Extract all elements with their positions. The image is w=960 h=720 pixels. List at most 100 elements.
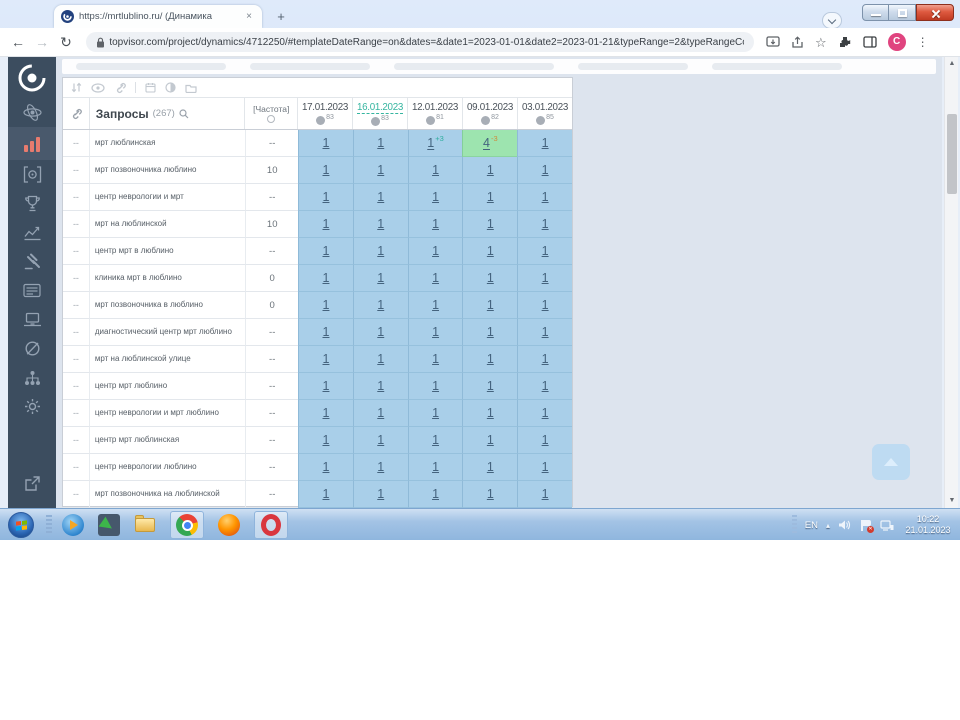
position-value-link[interactable]: 1 (542, 298, 549, 312)
network-icon[interactable] (880, 519, 894, 531)
position-cell[interactable]: 1 (407, 454, 463, 481)
explorer-folder-icon[interactable] (134, 514, 156, 536)
position-cell[interactable]: 1 (517, 319, 572, 346)
extension-puzzle-icon[interactable] (838, 35, 852, 49)
date-label[interactable]: 12.01.2023 (412, 102, 458, 113)
position-cell[interactable]: 1 (517, 184, 572, 211)
action-center-flag-icon[interactable]: ✕ (859, 519, 874, 533)
browser-tab[interactable]: https://mrtlublino.ru/ (Динамика × (54, 5, 262, 28)
language-indicator[interactable]: EN (805, 520, 818, 531)
sidebar-item-charts[interactable] (8, 218, 56, 247)
eye-icon[interactable] (91, 82, 105, 93)
position-value-link[interactable]: 1 (323, 244, 330, 258)
scrollbar-up-arrow[interactable]: ▲ (945, 57, 959, 71)
position-cell[interactable]: 1 (298, 130, 353, 157)
position-cell[interactable]: 1 (407, 211, 463, 238)
position-value-link[interactable]: 1 (487, 217, 494, 231)
date-column-header[interactable]: 09.01.2023 82 (462, 98, 517, 129)
sidebar-item-open-site[interactable] (8, 469, 56, 498)
sort-icon[interactable] (71, 82, 82, 93)
position-cell[interactable]: 1 (298, 427, 353, 454)
date-label[interactable]: 17.01.2023 (302, 102, 348, 113)
position-value-link[interactable]: 1 (377, 163, 384, 177)
position-cell[interactable]: 1 (462, 373, 518, 400)
position-value-link[interactable]: 1 (323, 271, 330, 285)
position-value-link[interactable]: 1 (432, 487, 439, 501)
position-value-link[interactable]: 1 (432, 163, 439, 177)
position-cell[interactable]: 1 (407, 373, 463, 400)
position-cell[interactable]: 1 (407, 292, 463, 319)
sidebar-item-settings[interactable] (8, 392, 56, 421)
position-value-link[interactable]: 1 (432, 460, 439, 474)
position-cell[interactable]: 1 (517, 346, 572, 373)
position-cell[interactable]: 1 (517, 292, 572, 319)
position-value-link[interactable]: 1 (542, 217, 549, 231)
position-cell[interactable]: 1 (298, 346, 353, 373)
minimize-button[interactable] (862, 4, 889, 21)
position-cell[interactable]: 1 (298, 454, 353, 481)
position-cell[interactable]: 1 (352, 454, 408, 481)
position-cell[interactable]: 1 (462, 211, 518, 238)
position-cell[interactable]: 1 (407, 157, 463, 184)
position-value-link[interactable]: 1 (377, 379, 384, 393)
position-cell[interactable]: 1 (298, 211, 353, 238)
position-cell[interactable]: 1 (517, 211, 572, 238)
taskbar-clock[interactable]: 10:22 21.01.2023 (902, 514, 954, 536)
keyword-cell[interactable]: центр неврологии люблино (88, 454, 246, 481)
position-value-link[interactable]: 1 (323, 136, 330, 150)
position-value-link[interactable]: 1 (542, 163, 549, 177)
position-cell[interactable]: 1 (407, 265, 463, 292)
position-value-link[interactable]: 1 (487, 379, 494, 393)
position-value-link[interactable]: 1 (432, 298, 439, 312)
position-value-link[interactable]: 1 (542, 190, 549, 204)
date-column-header[interactable]: 17.01.2023 83 (297, 98, 352, 129)
position-value-link[interactable]: 1 (487, 433, 494, 447)
position-cell[interactable]: 1 (298, 481, 353, 508)
calendar-icon[interactable] (145, 82, 156, 93)
position-cell[interactable]: 1 (517, 427, 572, 454)
contrast-icon[interactable] (165, 82, 176, 93)
position-value-link[interactable]: 1 (432, 433, 439, 447)
position-value-link[interactable]: 1 (377, 271, 384, 285)
download-manager-icon[interactable] (98, 514, 120, 536)
position-cell[interactable]: 1 (352, 481, 408, 508)
position-value-link[interactable]: 1 (542, 271, 549, 285)
topvisor-logo[interactable] (18, 64, 46, 92)
maximize-button[interactable] (889, 4, 916, 21)
scrollbar-down-arrow[interactable]: ▼ (945, 494, 959, 508)
browser-menu-icon[interactable]: ⋮ (917, 35, 929, 49)
keyword-cell[interactable]: мрт на люблинской (88, 211, 246, 238)
position-cell[interactable]: 1 (352, 157, 408, 184)
position-cell[interactable]: 1+3 (407, 130, 463, 157)
position-value-link[interactable]: 1 (432, 217, 439, 231)
position-value-link[interactable]: 1 (542, 487, 549, 501)
position-value-link[interactable]: 1 (323, 325, 330, 339)
position-cell[interactable]: 1 (352, 427, 408, 454)
position-value-link[interactable]: 1 (487, 190, 494, 204)
position-value-link[interactable]: 1 (542, 406, 549, 420)
search-icon[interactable] (179, 108, 189, 119)
date-column-header[interactable]: 16.01.2023 83 (352, 98, 407, 129)
position-value-link[interactable]: 1 (487, 244, 494, 258)
chrome-taskbar-button[interactable] (170, 511, 204, 539)
position-cell[interactable]: 1 (352, 346, 408, 373)
position-value-link[interactable]: 1 (377, 136, 384, 150)
position-value-link[interactable]: 1+3 (427, 134, 444, 150)
position-value-link[interactable]: 1 (487, 460, 494, 474)
position-value-link[interactable]: 1 (323, 163, 330, 177)
header-queries[interactable]: Запросы (267) (88, 98, 245, 129)
side-panel-icon[interactable] (863, 36, 877, 48)
position-cell[interactable]: 1 (517, 400, 572, 427)
position-value-link[interactable]: 1 (323, 352, 330, 366)
start-button[interactable] (8, 512, 34, 538)
position-value-link[interactable]: 1 (432, 271, 439, 285)
firefox-icon[interactable] (218, 514, 240, 536)
position-cell[interactable]: 1 (298, 238, 353, 265)
position-cell[interactable]: 1 (407, 184, 463, 211)
keyword-cell[interactable]: центр мрт люблинская (88, 427, 246, 454)
position-value-link[interactable]: 1 (323, 190, 330, 204)
tab-close-icon[interactable]: × (243, 11, 255, 23)
volume-icon[interactable] (838, 519, 851, 531)
position-cell[interactable]: 1 (462, 400, 518, 427)
position-cell[interactable]: 1 (352, 184, 408, 211)
